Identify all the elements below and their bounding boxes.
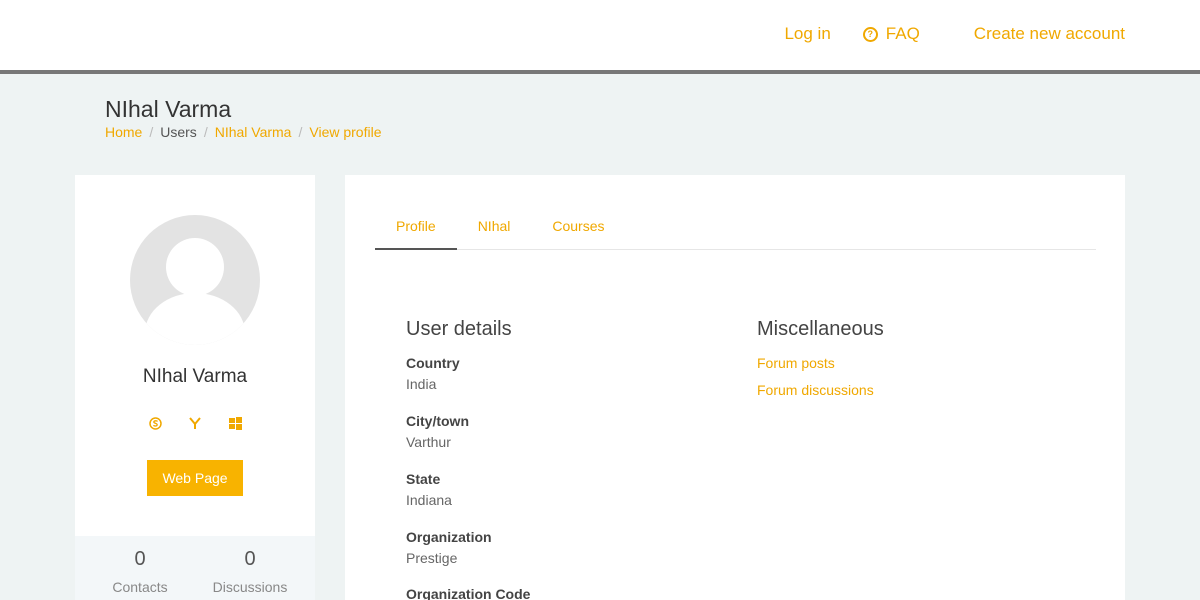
- city-label: City/town: [406, 413, 469, 429]
- faq-label: FAQ: [885, 24, 920, 43]
- country-label: Country: [406, 355, 460, 371]
- contacts-count: 0: [134, 548, 146, 570]
- navbar-divider: [0, 70, 1200, 74]
- profile-side-card: NIhal Varma Web Page 0 Contacts 0 Discus…: [75, 175, 315, 600]
- social-icons: [75, 416, 315, 430]
- faq-link[interactable]: ? FAQ: [862, 24, 920, 44]
- organization-value: Prestige: [406, 550, 458, 566]
- avatar: [130, 215, 260, 345]
- organization-code-field: Organization Code: [406, 586, 530, 600]
- city-field: City/town Varthur: [406, 413, 469, 450]
- tab-profile[interactable]: Profile: [375, 207, 457, 250]
- yahoo-icon[interactable]: [188, 416, 202, 430]
- miscellaneous-title: Miscellaneous: [757, 318, 884, 340]
- organization-field: Organization Prestige: [406, 529, 492, 566]
- discussions-label: Discussions: [212, 579, 288, 595]
- breadcrumb-home[interactable]: Home: [105, 124, 142, 140]
- profile-stats: 0 Contacts 0 Discussions: [75, 536, 315, 600]
- discussions-stat[interactable]: 0 Discussions: [195, 548, 305, 595]
- question-circle-icon: ?: [862, 26, 878, 42]
- state-label: State: [406, 471, 441, 487]
- breadcrumb-separator: /: [298, 124, 303, 140]
- top-navbar: Log in ? FAQ Create new account: [0, 0, 1200, 70]
- country-value: India: [406, 376, 437, 392]
- contacts-stat[interactable]: 0 Contacts: [85, 548, 195, 595]
- avatar-body-shape: [145, 293, 245, 345]
- organization-code-label: Organization Code: [406, 586, 531, 600]
- login-link[interactable]: Log in: [784, 24, 830, 44]
- city-value: Varthur: [406, 434, 451, 450]
- web-page-button[interactable]: Web Page: [147, 460, 243, 496]
- forum-discussions-link[interactable]: Forum discussions: [757, 382, 874, 398]
- breadcrumb-users: Users: [160, 124, 197, 140]
- country-field: Country India: [406, 355, 460, 392]
- profile-main-card: Profile NIhal Courses User details Count…: [345, 175, 1125, 600]
- breadcrumb-separator: /: [149, 124, 154, 140]
- top-nav-links: Log in ? FAQ Create new account: [784, 24, 1125, 44]
- tab-courses[interactable]: Courses: [531, 207, 625, 250]
- skype-icon[interactable]: [148, 416, 162, 430]
- profile-tabs: Profile NIhal Courses: [375, 207, 1096, 250]
- user-details-title: User details: [406, 318, 512, 340]
- profile-name: NIhal Varma: [142, 366, 248, 387]
- breadcrumb-user[interactable]: NIhal Varma: [215, 124, 292, 140]
- discussions-count: 0: [244, 548, 256, 570]
- state-field: State Indiana: [406, 471, 452, 508]
- tab-nihal[interactable]: NIhal: [457, 207, 532, 250]
- avatar-head-shape: [166, 238, 224, 296]
- organization-label: Organization: [406, 529, 492, 545]
- breadcrumb-view-profile[interactable]: View profile: [309, 124, 381, 140]
- state-value: Indiana: [406, 492, 452, 508]
- windows-icon[interactable]: [228, 416, 242, 430]
- breadcrumb: Home / Users / NIhal Varma / View profil…: [105, 124, 382, 140]
- page-title: NIhal Varma: [105, 96, 232, 122]
- contacts-label: Contacts: [112, 579, 168, 595]
- breadcrumb-separator: /: [203, 124, 208, 140]
- create-account-link[interactable]: Create new account: [974, 24, 1125, 44]
- forum-posts-link[interactable]: Forum posts: [757, 355, 835, 371]
